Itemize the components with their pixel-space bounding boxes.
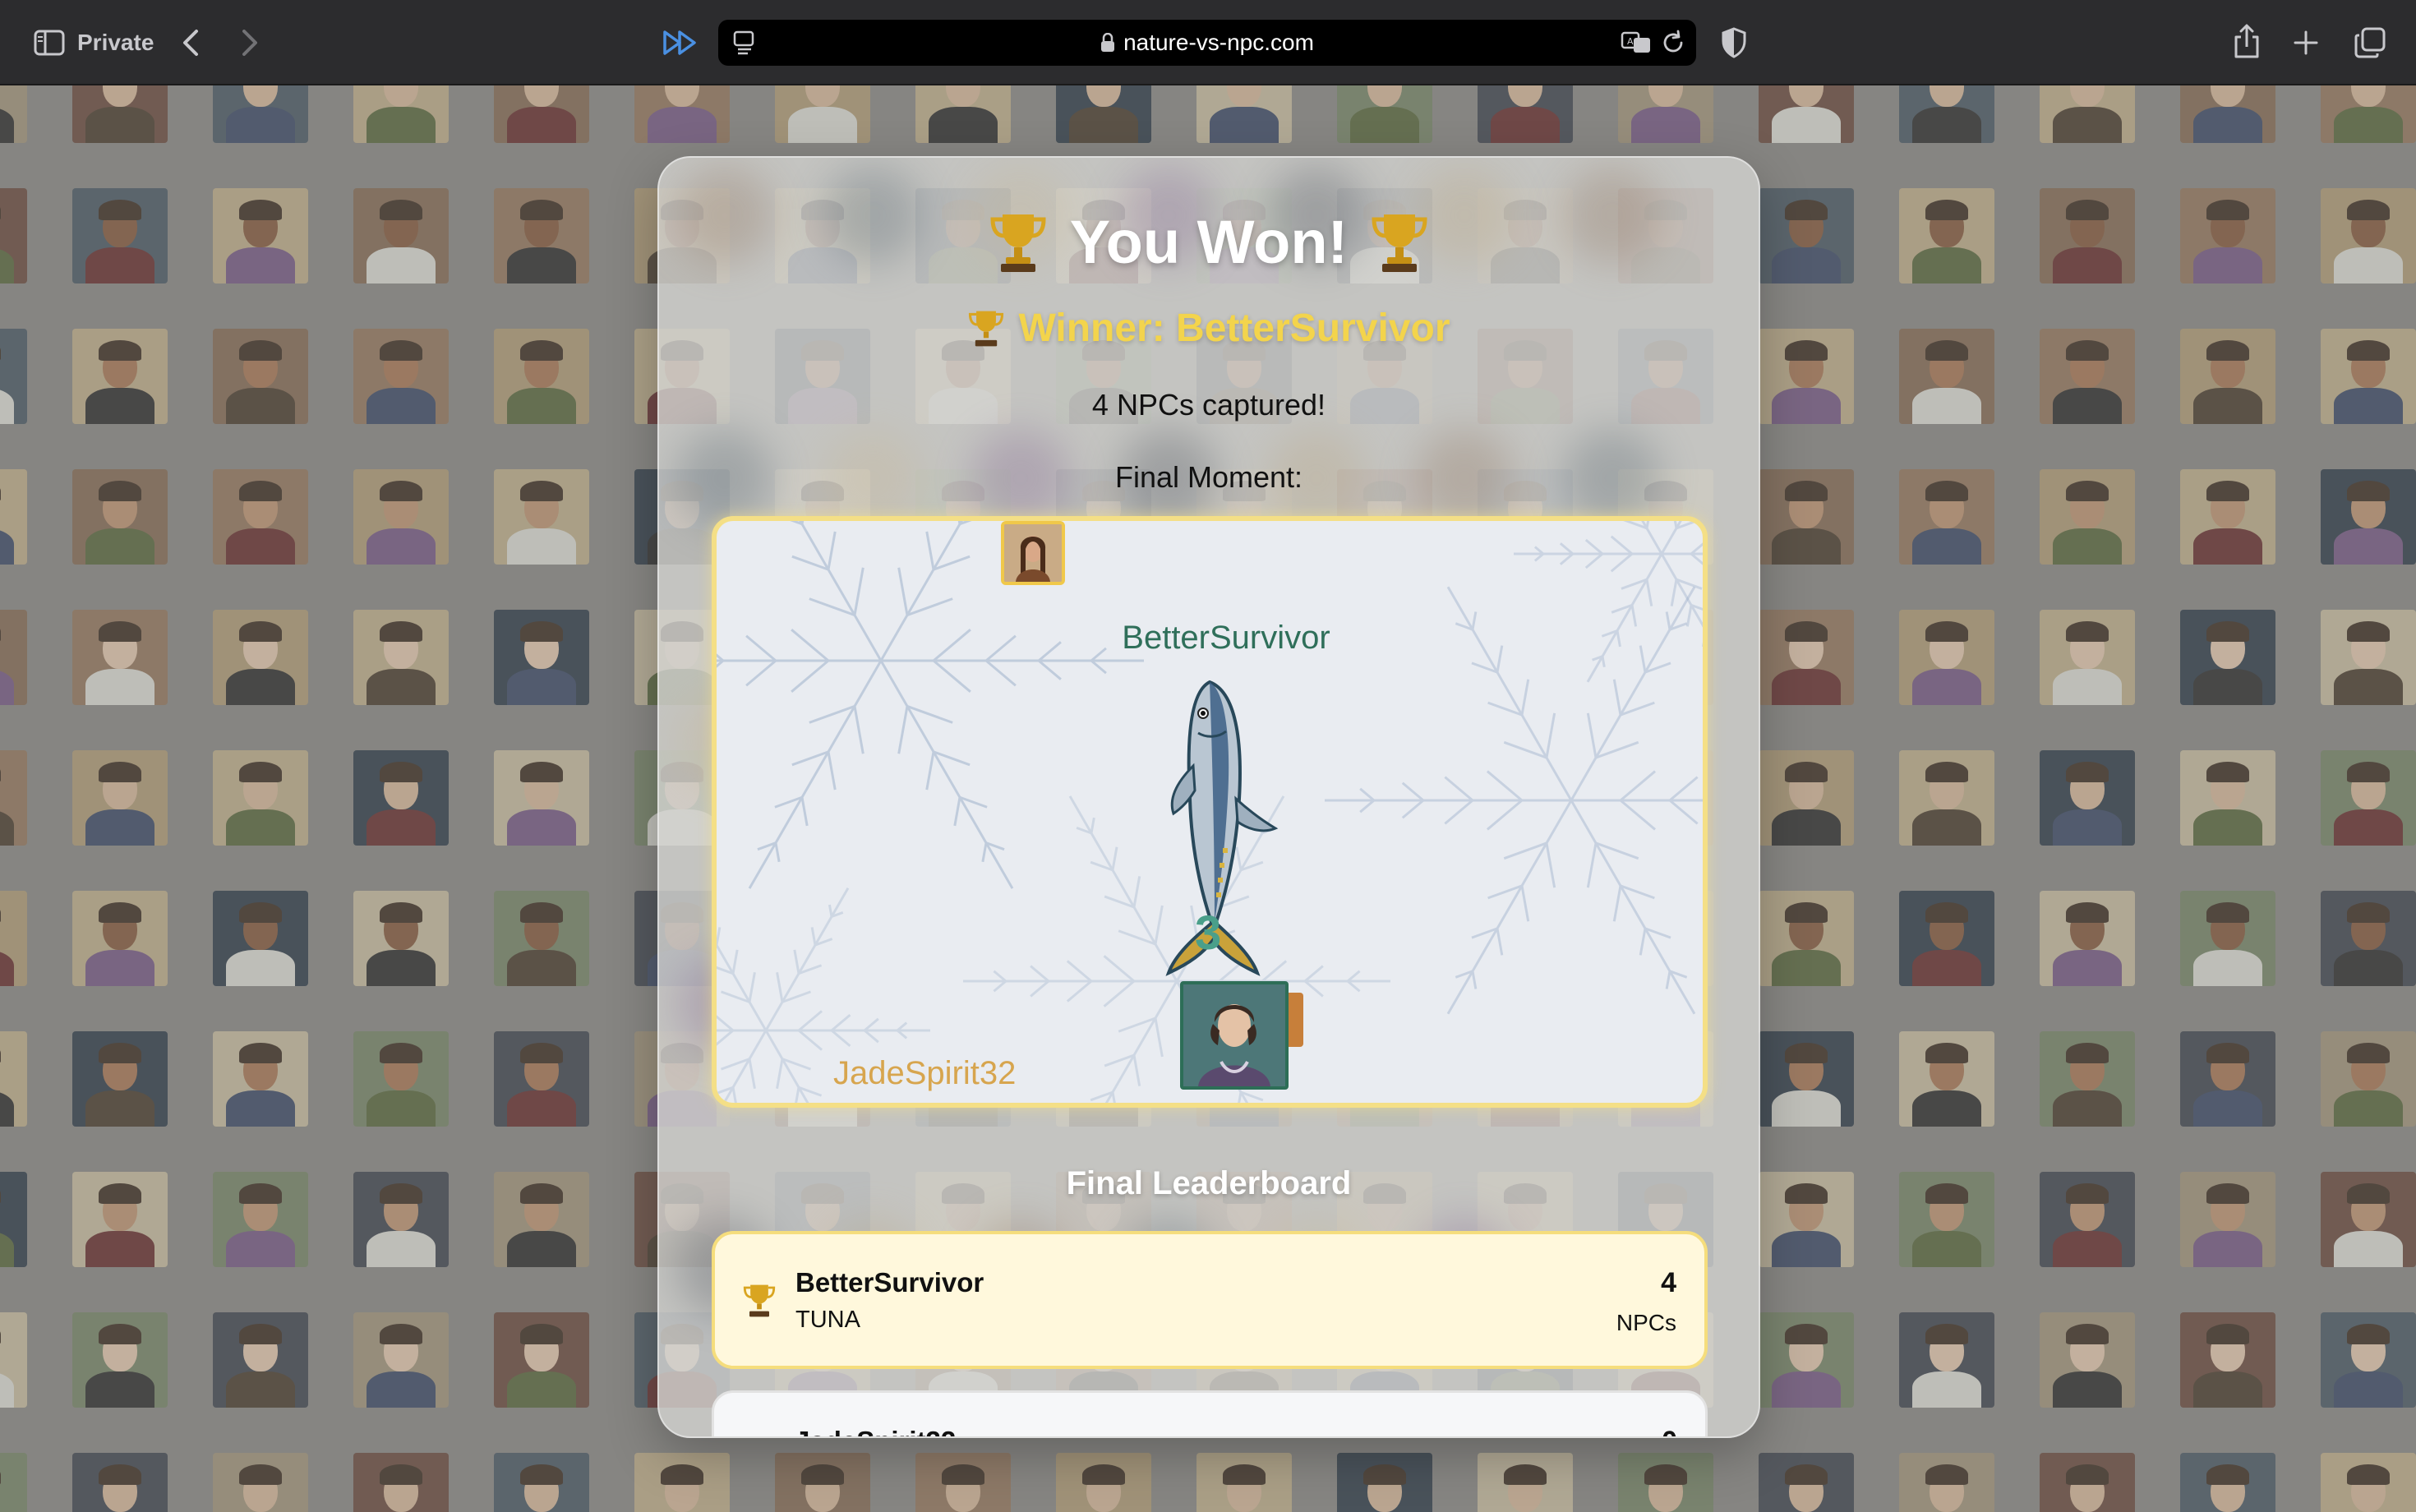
browser-toolbar: Private nature-vs-npc.com A (0, 0, 2416, 85)
share-icon[interactable] (2230, 21, 2263, 62)
game-result-modal: You Won! Winner: BetterSurvivor 4 NPCs c… (657, 156, 1760, 1438)
avatar-badge (1289, 993, 1303, 1047)
npcs-captured-text: 4 NPCs captured! (1091, 388, 1326, 422)
npc-avatar-small (1001, 521, 1065, 585)
opponent-name-label: JadeSpirit32 (833, 1055, 1017, 1091)
leaderboard-player-name: BetterSurvivor (795, 1267, 984, 1298)
lock-icon (1101, 33, 1115, 52)
leaderboard-score: 4 (1661, 1267, 1676, 1298)
creature-count: 3 (1195, 906, 1222, 960)
winner-text: Winner: BetterSurvivor (1018, 307, 1450, 350)
result-title-text: You Won! (1069, 208, 1349, 276)
leaderboard-row: JadeSpirit32 0 (712, 1390, 1708, 1436)
trophy-icon (743, 1284, 776, 1317)
url-text: nature-vs-npc.com (1123, 30, 1314, 55)
fast-forward-icon[interactable] (661, 25, 700, 61)
forward-button[interactable] (233, 23, 266, 62)
new-tab-icon[interactable] (2289, 25, 2322, 61)
leaderboard-row: BetterSurvivor TUNA 4 NPCs (712, 1231, 1708, 1369)
reload-icon[interactable] (1660, 30, 1686, 56)
trophy-icon (990, 214, 1046, 272)
leaderboard-score-unit: NPCs (1616, 1310, 1676, 1335)
page-menu-icon[interactable] (731, 30, 758, 56)
sidebar-toggle-icon[interactable] (33, 25, 66, 61)
tab-overview-icon[interactable] (2352, 25, 2388, 61)
private-label: Private (77, 30, 154, 55)
privacy-shield-icon[interactable] (1717, 25, 1750, 61)
trophy-icon (1372, 214, 1427, 272)
leaderboard-player-name: JadeSpirit32 (795, 1426, 956, 1436)
final-moment-label: Final Moment: (1114, 460, 1303, 494)
leaderboard-score: 0 (1662, 1426, 1677, 1436)
back-button[interactable] (174, 23, 207, 62)
trophy-icon (968, 311, 1003, 346)
leaderboard-creature: TUNA (795, 1307, 860, 1333)
leaderboard-title: Final Leaderboard (1066, 1165, 1352, 1201)
svg-text:A: A (1627, 36, 1634, 47)
address-bar[interactable]: nature-vs-npc.com A (718, 20, 1696, 66)
player-name-label: BetterSurvivor (1122, 620, 1330, 656)
final-moment-snapshot: BetterSurvivor 3 JadeSpirit32 (712, 516, 1708, 1108)
translate-icon[interactable]: A (1621, 30, 1653, 56)
result-title: You Won! (659, 207, 1759, 277)
winner-line: Winner: BetterSurvivor (659, 306, 1759, 351)
npc-avatar-large (1180, 981, 1289, 1090)
